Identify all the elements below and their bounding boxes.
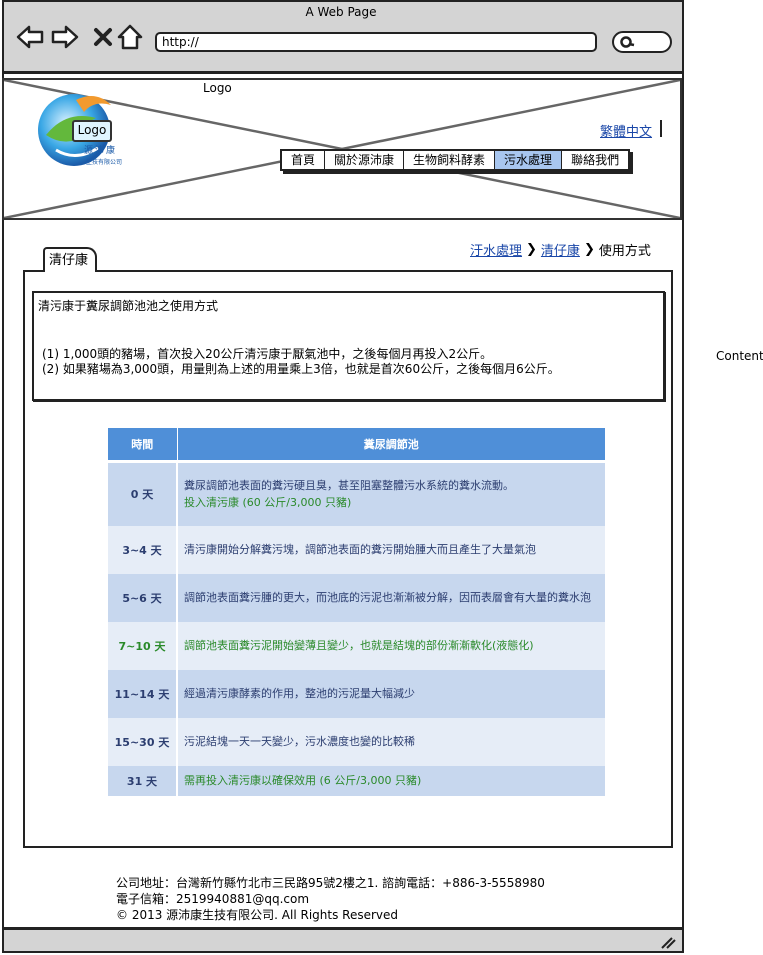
intro-line: (2) 如果豬場為3,000頭，用量則為上述的用量乘上3倍，也就是首次60公斤，…	[42, 362, 560, 376]
menu-item-about[interactable]: 關於源沛康	[325, 151, 405, 169]
window-title: A Web Page	[305, 5, 377, 19]
table-cell-time: 5~6 天	[108, 573, 178, 622]
breadcrumb-link-wastewater[interactable]: 汙水處理	[470, 240, 522, 259]
breadcrumb-current: 使用方式	[598, 244, 651, 259]
search-icon	[620, 36, 635, 48]
table-cell-time: 15~30 天	[108, 717, 178, 766]
tab-product[interactable]: 清仔康	[43, 247, 97, 272]
logo-badge: Logo	[72, 120, 112, 142]
back-icon[interactable]	[15, 22, 45, 52]
table-cell-desc: 調節池表面糞污腫的更大，而池底的污泥也漸漸被分解，因而表層會有大量的糞水泡	[184, 591, 591, 604]
table-cell-time: 11~14 天	[108, 669, 178, 718]
logo-company-subtitle: 生技有限公司	[86, 159, 123, 166]
stop-icon[interactable]	[88, 22, 118, 52]
table-row: 0 天 糞尿調節池表面的糞污硬且臭，甚至阻塞整體污水系統的糞水流動。 投入清污康…	[108, 461, 605, 526]
usage-table: 時間 糞尿調節池 0 天 糞尿調節池表面的糞污硬且臭，甚至阻塞整體污水系統的糞水…	[108, 428, 605, 796]
table-cell-time: 31 天	[108, 765, 178, 796]
chevron-right-icon: ❯	[526, 242, 537, 257]
table-cell-time: 3~4 天	[108, 525, 178, 574]
footer-email: 電子信箱：2519940881@qq.com	[116, 892, 310, 906]
browser-search[interactable]	[612, 31, 672, 53]
table-cell-time: 0 天	[108, 461, 178, 526]
logo-label: Logo	[203, 81, 232, 95]
table-cell-desc: 調節池表面糞污泥開始變薄且變少，也就是結塊的部份漸漸軟化(液態化)	[184, 639, 534, 652]
address-bar[interactable]: http://	[155, 32, 597, 52]
table-row: 5~6 天 調節池表面糞污腫的更大，而池底的污泥也漸漸被分解，因而表層會有大量的…	[108, 573, 605, 622]
table-header-time: 時間	[108, 428, 178, 462]
footer-copyright: © 2013 源沛康生技有限公司. All Rights Reserved	[116, 908, 399, 922]
table-cell-desc-highlight: 投入清污康 (60 公斤/3,000 只豬)	[184, 496, 352, 510]
menu-item-contact[interactable]: 聯絡我們	[562, 151, 629, 169]
menu-item-feed-enzyme[interactable]: 生物飼料酵素	[404, 151, 496, 169]
table-row: 31 天 需再投入清污康以確保效用 (6 公斤/3,000 只豬)	[108, 765, 605, 796]
forward-icon[interactable]	[50, 22, 80, 52]
menu-item-home[interactable]: 首頁	[282, 151, 326, 169]
table-cell-desc: 清污康開始分解糞污塊，調節池表面的糞污開始腫大而且產生了大量氣泡	[184, 543, 536, 556]
table-cell-desc-text: 糞尿調節池表面的糞污硬且臭，甚至阻塞整體污水系統的糞水流動。	[184, 479, 514, 493]
table-row: 15~30 天 污泥結塊一天一天變少，污水濃度也變的比較稀	[108, 717, 605, 766]
status-bar	[2, 927, 684, 953]
intro-title: 清污康于糞尿調節池池之使用方式	[38, 299, 219, 313]
main-menu: 首頁 關於源沛康 生物飼料酵素 污水處理 聯絡我們	[280, 149, 631, 171]
home-icon[interactable]	[115, 22, 145, 52]
table-cell-desc: 需再投入清污康以確保效用 (6 公斤/3,000 只豬)	[184, 774, 422, 787]
table-cell-time: 7~10 天	[108, 621, 178, 670]
divider	[660, 120, 662, 137]
table-row: 3~4 天 清污康開始分解糞污塊，調節池表面的糞污開始腫大而且產生了大量氣泡	[108, 525, 605, 574]
table-cell-desc: 污泥結塊一天一天變少，污水濃度也變的比較稀	[184, 735, 415, 748]
breadcrumb-link-product[interactable]: 清仔康	[541, 240, 580, 259]
table-row: 7~10 天 調節池表面糞污泥開始變薄且變少，也就是結塊的部份漸漸軟化(液態化)	[108, 621, 605, 670]
content-annotation: Content	[716, 349, 763, 363]
footer: 公司地址：台灣新竹縣竹北市三民路95號2樓之1. 諮詢電話：+886-3-555…	[116, 875, 545, 923]
language-switch[interactable]: 繁體中文	[600, 121, 652, 140]
logo-company-name: 源沛康	[84, 146, 118, 156]
table-row: 11~14 天 經過清污康酵素的作用，整池的污泥量大幅減少	[108, 669, 605, 718]
breadcrumb: 汙水處理 ❯ 清仔康 ❯ 使用方式	[470, 240, 651, 259]
menu-item-wastewater[interactable]: 污水處理	[495, 151, 563, 169]
chevron-right-icon: ❯	[583, 242, 595, 257]
table-cell-desc: 糞尿調節池表面的糞污硬且臭，甚至阻塞整體污水系統的糞水流動。 投入清污康 (60…	[177, 462, 605, 526]
footer-address: 公司地址：台灣新竹縣竹北市三民路95號2樓之1. 諮詢電話：+886-3-555…	[116, 876, 545, 890]
table-header-pit: 糞尿調節池	[177, 428, 605, 462]
resize-grip-icon[interactable]	[658, 934, 678, 950]
table-cell-desc: 經過清污康酵素的作用，整池的污泥量大幅減少	[184, 687, 415, 700]
